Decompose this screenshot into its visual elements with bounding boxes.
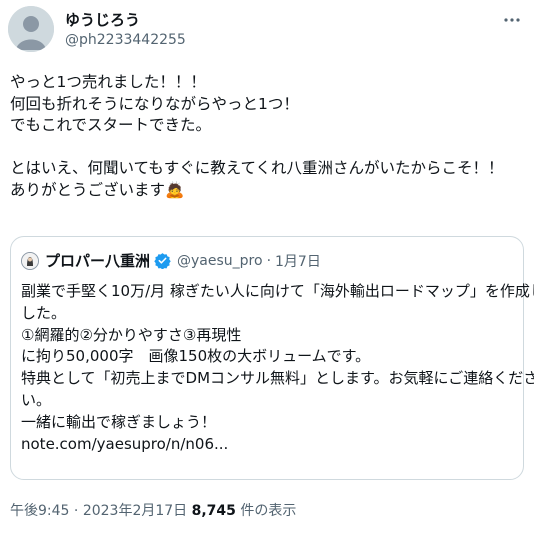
meta-separator: · <box>69 503 83 519</box>
quoted-date: 1月7日 <box>275 253 321 270</box>
quoted-author-avatar <box>21 251 39 270</box>
tweet-metadata: 午後9:45 · 2023年2月17日 8,745 件の表示 <box>10 500 296 520</box>
author-name[interactable]: ゆうじろう <box>65 9 140 30</box>
quoted-line: い。 <box>21 390 52 409</box>
verified-badge-icon <box>154 252 171 269</box>
quoted-tweet-text: 副業で手堅く10万/月 稼ぎたい人に向けて「海外輸出ロードマップ」を作成しま し… <box>21 281 534 455</box>
bowing-emoji: 🙇 <box>165 180 185 199</box>
views-label: 件の表示 <box>240 503 297 519</box>
quoted-tweet-header: プロパー八重洲 @yaesu_pro · 1月7日 <box>21 250 321 271</box>
quoted-author-name: プロパー八重洲 <box>45 252 151 270</box>
author-handle[interactable]: @ph2233442255 <box>65 32 186 48</box>
quoted-link: note.com/yaesupro/n/n06... <box>21 434 229 453</box>
quoted-author-handle: @yaesu_pro <box>177 252 263 269</box>
tweet-line: でもこれでスタートできた。 <box>10 116 212 134</box>
quoted-line: 副業で手堅く10万/月 稼ぎたい人に向けて「海外輸出ロードマップ」を作成しま <box>21 282 534 300</box>
quoted-line: に拘り50,000字 画像150枚の大ボリュームです。 <box>21 347 371 366</box>
tweet-line: 何回も折れそうになりながらやっと1つ！ <box>10 94 299 113</box>
default-avatar-icon <box>8 6 54 52</box>
quoted-line: 一緒に輸出で稼ぎましょう！ <box>21 412 217 431</box>
quoted-line: ①網羅的②分かりやすさ③再現性 <box>21 325 242 344</box>
tweet-time[interactable]: 午後9:45 <box>10 503 69 519</box>
quoted-line: 特典として「初売上までDMコンサル無料」とします。お気軽にご連絡くださ <box>21 369 534 388</box>
tweet-last-line: ありがとうございます🙇 <box>10 180 524 202</box>
more-options-icon[interactable] <box>502 10 522 30</box>
tweet-date[interactable]: 2023年2月17日 <box>83 503 187 519</box>
tweet-line: とはいえ、何聞いてもすぐに教えてくれ八重洲さんがいたからこそ！！ <box>10 159 504 177</box>
tweet-text: やっと1つ売れました！！！ 何回も折れそうになりながらやっと1つ！ でもこれでス… <box>10 72 524 201</box>
quoted-separator: · <box>266 252 272 269</box>
quoted-line: した。 <box>21 303 67 322</box>
view-count: 8,745 <box>191 503 236 519</box>
quoted-tweet-card[interactable]: プロパー八重洲 @yaesu_pro · 1月7日 副業で手堅く10万/月 稼ぎ… <box>10 236 534 480</box>
tweet-line: やっと1つ売れました！！！ <box>10 73 206 91</box>
author-avatar[interactable] <box>8 6 54 52</box>
tweet-line: ありがとうございます <box>10 180 166 199</box>
